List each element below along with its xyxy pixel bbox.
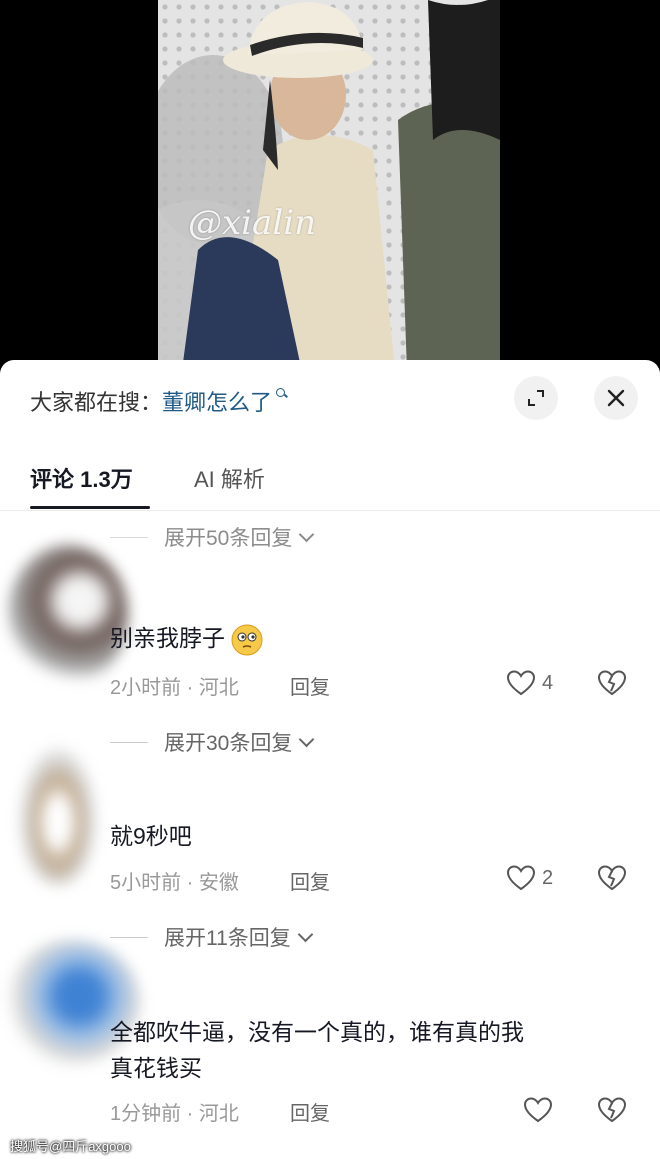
close-button[interactable] [594, 376, 638, 420]
tab-active-indicator [30, 506, 150, 509]
comment-body-line: 真花钱买 [110, 1055, 202, 1081]
like-count: 4 [542, 671, 554, 694]
broken-heart-icon[interactable] [597, 669, 627, 697]
expand-label: 展开11条回复 [164, 927, 291, 950]
chevron-down-icon [297, 926, 314, 942]
expand-line [110, 741, 148, 743]
comment-text: 别亲我脖子 [110, 620, 263, 656]
comment-body: 别亲我脖子 [110, 625, 225, 651]
expand-replies-top[interactable]: 展开50条回复 [110, 522, 315, 552]
expand-line [110, 936, 148, 938]
thinking-face-emoji-icon [231, 624, 263, 656]
tabs-divider [0, 510, 660, 511]
comment-meta: 5小时前 · 安徽 [110, 872, 239, 894]
comment-body: 就9秒吧 [110, 823, 192, 849]
reply-button[interactable]: 回复 [290, 866, 330, 895]
search-icon [274, 385, 288, 401]
comment-meta: 2小时前 · 河北 [110, 677, 239, 699]
tab-ai-analysis[interactable]: AI 解析 [194, 462, 265, 494]
search-suggestion[interactable]: 大家都在搜：董卿怎么了 [30, 385, 288, 417]
comment-text: 就9秒吧 [110, 818, 192, 854]
expand-label: 展开50条回复 [164, 527, 293, 550]
video-watermark: @xialin [188, 203, 316, 243]
avatar[interactable] [18, 745, 98, 885]
expand-label: 展开30条回复 [164, 732, 293, 755]
expand-icon [528, 390, 544, 406]
search-prefix: 大家都在搜： [30, 390, 163, 415]
broken-heart-icon[interactable] [597, 1096, 627, 1124]
expand-line [110, 536, 148, 538]
comment-tabs: 评论 1.3万 AI 解析 [0, 450, 660, 510]
comment-text: 全都吹牛逼，没有一个真的，谁有真的我 真花钱买 [110, 1014, 524, 1086]
chevron-down-icon [299, 731, 315, 747]
source-watermark: 搜狐号@四斤axgooo [10, 1139, 131, 1154]
broken-heart-icon[interactable] [597, 864, 627, 892]
expand-replies[interactable]: 展开11条回复 [110, 922, 314, 952]
chevron-down-icon [299, 526, 315, 542]
video-frame: @xialin [158, 0, 500, 400]
like-button[interactable]: 4 [506, 669, 553, 697]
heart-icon [523, 1097, 553, 1123]
like-button[interactable]: 2 [506, 864, 553, 892]
reply-button[interactable]: 回复 [290, 671, 330, 700]
video-people-illustration [158, 0, 500, 400]
video-player[interactable]: @xialin [0, 0, 660, 400]
search-keyword[interactable]: 董卿怎么了 [162, 390, 272, 415]
comment-meta: 1分钟前 · 河北 [110, 1103, 239, 1125]
like-count: 2 [542, 866, 554, 889]
like-button[interactable] [523, 1096, 559, 1124]
reply-button[interactable]: 回复 [290, 1097, 330, 1126]
expand-replies[interactable]: 展开30条回复 [110, 727, 315, 757]
tab-comments[interactable]: 评论 1.3万 [30, 462, 133, 494]
avatar[interactable] [8, 545, 128, 685]
comment-body-line: 全都吹牛逼，没有一个真的，谁有真的我 [110, 1019, 524, 1045]
expand-button[interactable] [514, 376, 558, 420]
heart-icon [506, 670, 536, 696]
heart-icon [506, 865, 536, 891]
close-icon [607, 389, 625, 407]
